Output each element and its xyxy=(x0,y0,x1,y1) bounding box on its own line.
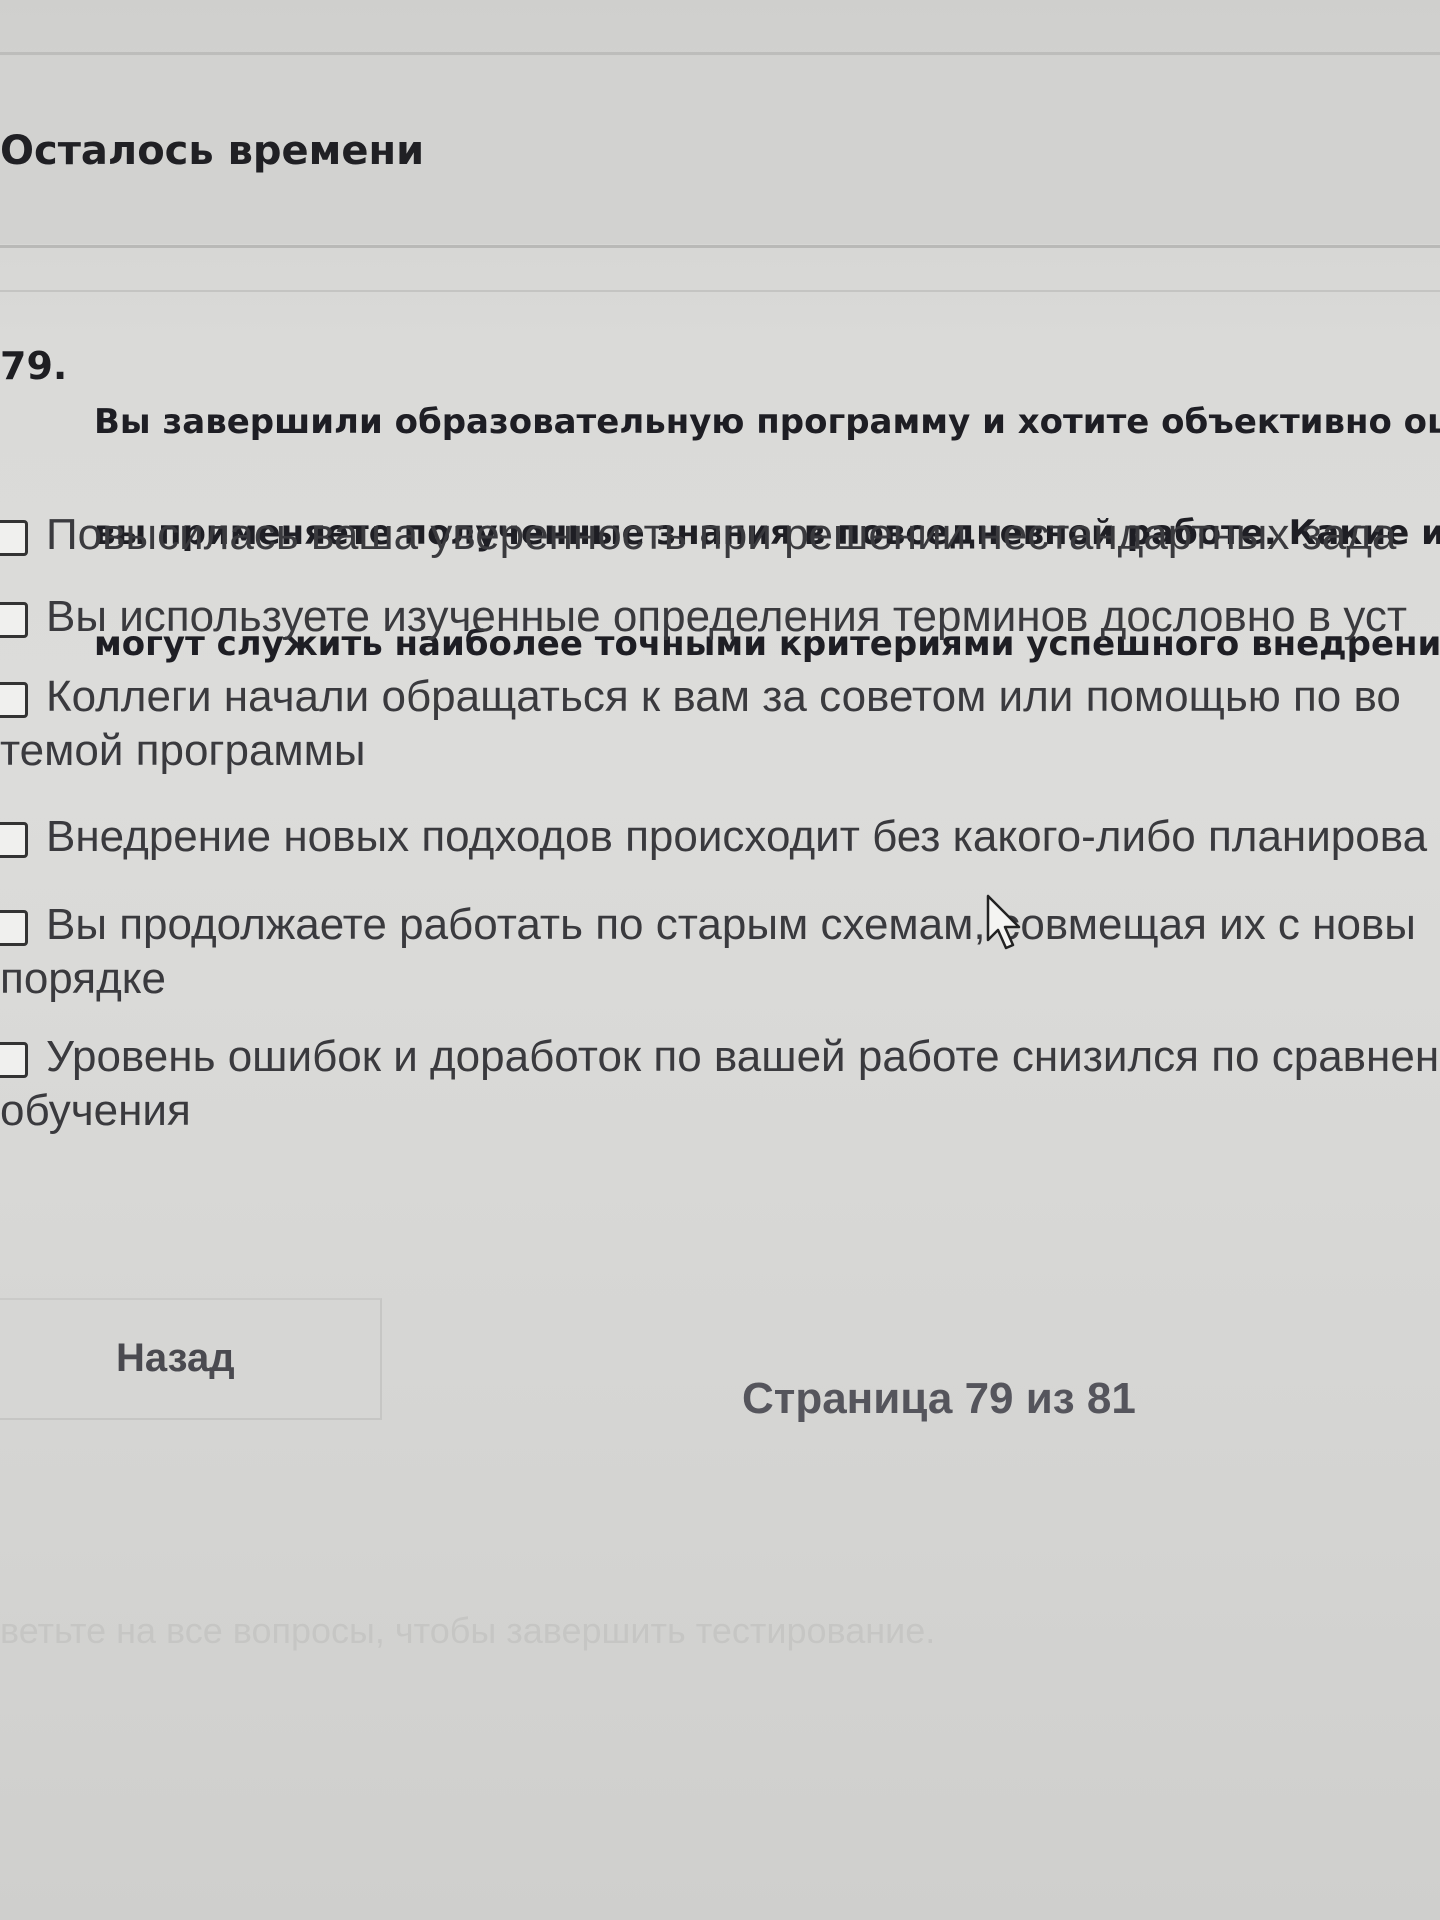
answer-option-label: Повысилась ваша уверенность при решении … xyxy=(46,510,1397,559)
answer-option-label: Вы используете изученные определения тер… xyxy=(46,592,1408,641)
question-text-line: Вы завершили образовательную программу и… xyxy=(94,402,1440,442)
top-divider xyxy=(0,52,1440,55)
answer-option-label: Уровень ошибок и доработок по вашей рабо… xyxy=(46,1032,1440,1081)
answer-option-label: Внедрение новых подходов происходит без … xyxy=(46,812,1428,861)
question-number: 79. xyxy=(0,344,68,388)
answer-option-label-continued: порядке xyxy=(0,954,166,1003)
checkbox-icon[interactable] xyxy=(0,602,28,638)
checkbox-icon[interactable] xyxy=(0,822,28,858)
timer-divider xyxy=(0,245,1440,248)
question-divider xyxy=(0,290,1440,292)
checkbox-icon[interactable] xyxy=(0,1042,28,1078)
checkbox-icon[interactable] xyxy=(0,910,28,946)
answer-option-label: Вы продолжаете работать по старым схемам… xyxy=(46,900,1416,949)
page-indicator: Страница 79 из 81 xyxy=(742,1374,1136,1423)
completion-hint: ветьте на все вопросы, чтобы завершить т… xyxy=(0,1610,936,1651)
answer-option-label-continued: темой программы xyxy=(0,726,366,775)
mouse-pointer-icon xyxy=(986,894,1021,950)
checkbox-icon[interactable] xyxy=(0,520,28,556)
checkbox-icon[interactable] xyxy=(0,682,28,718)
answer-option-label: Коллеги начали обращаться к вам за совет… xyxy=(46,672,1401,721)
answer-option-label-continued: обучения xyxy=(0,1086,191,1135)
back-button[interactable]: Назад xyxy=(116,1336,235,1381)
test-screen: Осталось времени 79. Вы завершили образо… xyxy=(0,0,1440,1920)
timer-label: Осталось времени xyxy=(0,128,425,174)
